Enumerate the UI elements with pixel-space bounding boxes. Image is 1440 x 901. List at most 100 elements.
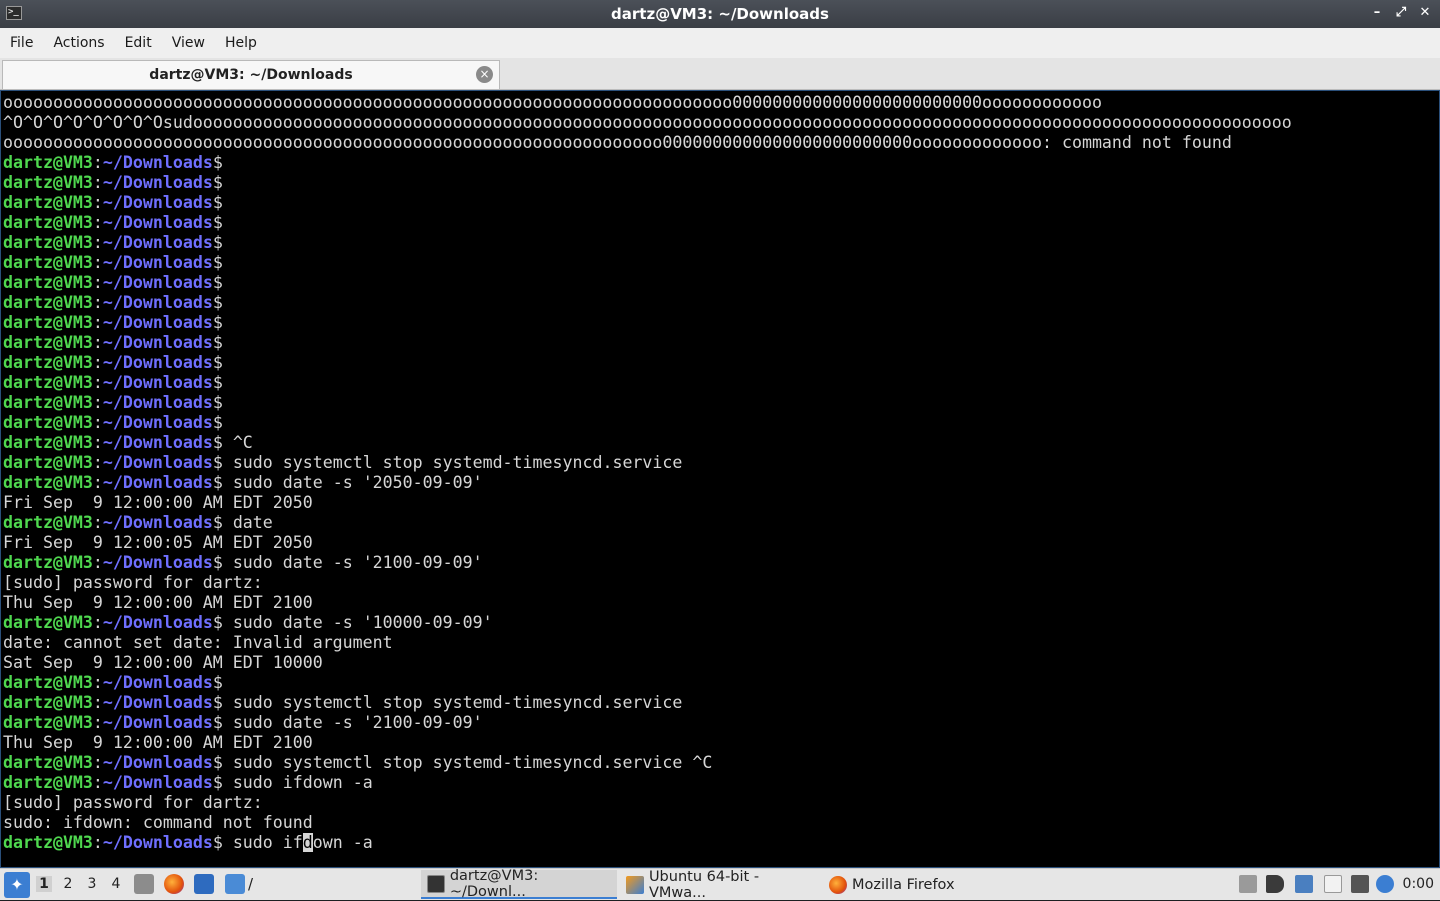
- prompt-user: dartz@VM3: [3, 773, 93, 792]
- network-icon[interactable]: [1295, 875, 1313, 893]
- prompt-line: dartz@VM3:~/Downloads$: [3, 313, 1292, 333]
- show-desktop-icon[interactable]: [194, 874, 214, 894]
- tab-close-icon[interactable]: ×: [476, 66, 493, 83]
- lubuntu-start-icon[interactable]: ✦: [4, 872, 30, 898]
- prompt-path: ~/Downloads: [102, 753, 213, 772]
- prompt-path: ~/Downloads: [102, 553, 213, 572]
- prompt-dollar: $: [212, 393, 223, 412]
- maximize-button[interactable]: ⤢: [1394, 5, 1408, 21]
- quicklaunch-path[interactable]: /: [248, 875, 253, 893]
- prompt-user: dartz@VM3: [3, 513, 93, 532]
- prompt-path: ~/Downloads: [102, 393, 213, 412]
- prompt-user: dartz@VM3: [3, 413, 93, 432]
- prompt-user: dartz@VM3: [3, 673, 93, 692]
- task-vmware[interactable]: Ubuntu 64-bit - VMwa...: [620, 868, 820, 901]
- prompt-user: dartz@VM3: [3, 213, 93, 232]
- prompt-colon: :: [92, 253, 103, 272]
- window-controls: – ⤢ ✕: [1370, 5, 1432, 21]
- prompt-dollar: $: [212, 153, 223, 172]
- prompt-path: ~/Downloads: [102, 673, 213, 692]
- prompt-colon: :: [92, 273, 103, 292]
- close-button[interactable]: ✕: [1418, 5, 1432, 21]
- prompt-user: dartz@VM3: [3, 713, 93, 732]
- prompt-user: dartz@VM3: [3, 393, 93, 412]
- update-notifier-icon[interactable]: [1376, 875, 1394, 893]
- prompt-line: dartz@VM3:~/Downloads$: [3, 393, 1292, 413]
- menu-view[interactable]: View: [162, 35, 215, 51]
- task-terminal[interactable]: dartz@VM3: ~/Downl...: [421, 867, 617, 900]
- prompt-colon: :: [92, 453, 103, 472]
- volume-icon[interactable]: [1266, 875, 1284, 893]
- prompt-path: ~/Downloads: [102, 713, 213, 732]
- prompt-line: dartz@VM3:~/Downloads$: [3, 413, 1292, 433]
- folder-icon[interactable]: [225, 874, 245, 894]
- prompt-dollar: $: [212, 233, 223, 252]
- prompt-line: dartz@VM3:~/Downloads$ sudo systemctl st…: [3, 753, 1292, 773]
- keyboard-icon[interactable]: [1239, 875, 1257, 893]
- command-text: sudo if: [222, 833, 303, 852]
- prompt-dollar: $: [212, 833, 223, 852]
- prompt-colon: :: [92, 713, 103, 732]
- menu-actions[interactable]: Actions: [43, 35, 114, 51]
- file-manager-icon[interactable]: [134, 874, 154, 894]
- taskbar: ✦ 1 2 3 4 / dartz@VM3: ~/Downl... Ubuntu…: [0, 867, 1440, 901]
- desktop-4-button[interactable]: 4: [108, 876, 124, 892]
- prompt-path: ~/Downloads: [102, 613, 213, 632]
- prompt-line: dartz@VM3:~/Downloads$ sudo date -s '210…: [3, 713, 1292, 733]
- prompt-line: dartz@VM3:~/Downloads$: [3, 293, 1292, 313]
- prompt-line: dartz@VM3:~/Downloads$ sudo date -s '210…: [3, 553, 1292, 573]
- prompt-line: dartz@VM3:~/Downloads$ sudo ifdown -a: [3, 833, 1292, 853]
- prompt-dollar: $: [212, 253, 223, 272]
- prompt-dollar: $: [212, 673, 223, 692]
- desktop-3-button[interactable]: 3: [84, 876, 100, 892]
- prompt-colon: :: [92, 673, 103, 692]
- prompt-path: ~/Downloads: [102, 333, 213, 352]
- prompt-colon: :: [92, 213, 103, 232]
- prompt-dollar: $: [212, 613, 223, 632]
- menu-help[interactable]: Help: [215, 35, 267, 51]
- prompt-line: dartz@VM3:~/Downloads$: [3, 213, 1292, 233]
- window-titlebar[interactable]: >_ dartz@VM3: ~/Downloads – ⤢ ✕: [0, 0, 1440, 28]
- prompt-user: dartz@VM3: [3, 353, 93, 372]
- task-firefox[interactable]: Mozilla Firefox: [823, 870, 983, 899]
- command-text: sudo systemctl stop systemd-timesyncd.se…: [222, 453, 683, 472]
- prompt-user: dartz@VM3: [3, 833, 93, 852]
- menu-edit[interactable]: Edit: [115, 35, 162, 51]
- prompt-dollar: $: [212, 473, 223, 492]
- clock[interactable]: 0:00: [1403, 876, 1434, 892]
- prompt-colon: :: [92, 433, 103, 452]
- tab-downloads[interactable]: dartz@VM3: ~/Downloads ×: [2, 60, 500, 89]
- prompt-line: dartz@VM3:~/Downloads$ ^C: [3, 433, 1292, 453]
- prompt-colon: :: [92, 293, 103, 312]
- prompt-path: ~/Downloads: [102, 353, 213, 372]
- prompt-colon: :: [92, 353, 103, 372]
- desktop-2-button[interactable]: 2: [60, 876, 76, 892]
- prompt-path: ~/Downloads: [102, 453, 213, 472]
- display-icon[interactable]: [1351, 875, 1369, 893]
- desktop-1-button[interactable]: 1: [36, 876, 52, 892]
- task-label: Ubuntu 64-bit - VMwa...: [648, 868, 760, 901]
- prompt-path: ~/Downloads: [102, 193, 213, 212]
- prompt-line: dartz@VM3:~/Downloads$ sudo date -s '205…: [3, 473, 1292, 493]
- prompt-line: dartz@VM3:~/Downloads$: [3, 193, 1292, 213]
- prompt-colon: :: [92, 233, 103, 252]
- terminal-output[interactable]: oooooooooooooooooooooooooooooooooooooooo…: [0, 90, 1440, 868]
- menu-bar: File Actions Edit View Help: [0, 28, 1440, 59]
- prompt-dollar: $: [212, 313, 223, 332]
- prompt-path: ~/Downloads: [102, 473, 213, 492]
- prompt-path: ~/Downloads: [102, 273, 213, 292]
- prompt-user: dartz@VM3: [3, 293, 93, 312]
- prompt-user: dartz@VM3: [3, 693, 93, 712]
- firefox-launcher-icon[interactable]: [164, 874, 184, 894]
- tab-label: dartz@VM3: ~/Downloads: [149, 67, 353, 83]
- minimize-button[interactable]: –: [1370, 5, 1384, 21]
- task-label: Mozilla Firefox: [852, 876, 955, 893]
- clipboard-icon[interactable]: [1324, 875, 1342, 893]
- menu-file[interactable]: File: [0, 35, 43, 51]
- task-label: dartz@VM3: ~/Downl...: [449, 867, 539, 900]
- output-line: Sat Sep 9 12:00:00 AM EDT 10000: [3, 653, 323, 672]
- prompt-user: dartz@VM3: [3, 253, 93, 272]
- prompt-path: ~/Downloads: [102, 313, 213, 332]
- vmware-icon: [626, 875, 644, 894]
- prompt-user: dartz@VM3: [3, 273, 93, 292]
